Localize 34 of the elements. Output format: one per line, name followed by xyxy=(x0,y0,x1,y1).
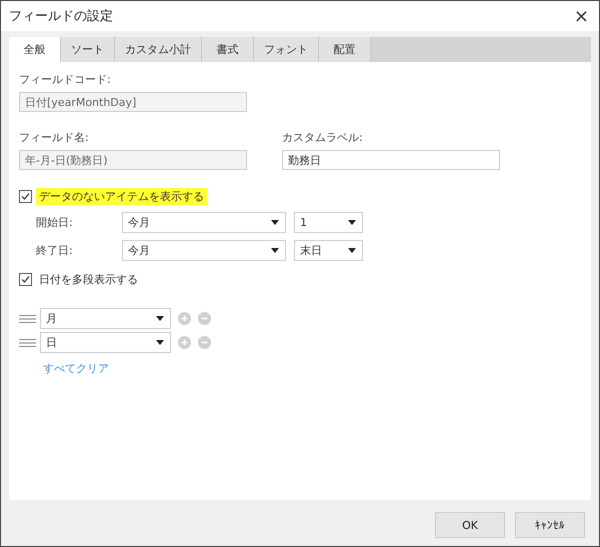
field-label: 開始日: xyxy=(36,215,74,230)
field-label: 終了日: xyxy=(36,243,74,258)
tab[interactable]: カスタム小計 xyxy=(115,37,202,62)
caret-icon xyxy=(348,220,356,225)
tab[interactable]: 配置 xyxy=(319,37,371,62)
tab[interactable]: フォント xyxy=(254,37,319,62)
checkbox[interactable] xyxy=(19,273,32,286)
tab[interactable]: 書式 xyxy=(202,37,254,62)
field-label: フィールド名: xyxy=(19,130,90,145)
close-button[interactable]: × xyxy=(572,6,591,26)
tab[interactable]: ソート xyxy=(61,37,115,62)
caret-icon xyxy=(271,220,279,225)
dropdown[interactable]: 1 xyxy=(294,212,363,233)
dialog-button[interactable]: ｷｬﾝｾﾙ xyxy=(515,512,585,538)
input-field[interactable]: 勤務日 xyxy=(282,150,500,170)
dropdown[interactable]: 今月 xyxy=(122,212,286,233)
checkbox-label: 日付を多段表示する xyxy=(38,272,139,288)
tab[interactable]: 全般 xyxy=(9,37,61,62)
field-label: フィールドコード: xyxy=(19,72,112,87)
checkbox[interactable] xyxy=(19,190,32,203)
drag-handle-icon[interactable] xyxy=(19,338,36,346)
dropdown[interactable]: 今月 xyxy=(122,240,286,261)
caret-icon xyxy=(156,340,164,345)
dropdown[interactable]: 日 xyxy=(40,332,171,353)
checkbox-label: データのないアイテムを表示する xyxy=(36,188,207,205)
dropdown[interactable]: 末日 xyxy=(294,240,363,261)
drag-handle-icon[interactable] xyxy=(19,314,36,322)
dropdown[interactable]: 月 xyxy=(40,308,171,329)
field-label: カスタムラベル: xyxy=(282,130,364,145)
dialog-button[interactable]: OK xyxy=(435,512,505,538)
caret-icon xyxy=(348,248,356,253)
window-title: フィールドの設定 xyxy=(9,8,113,25)
caret-icon xyxy=(271,248,279,253)
caret-icon xyxy=(156,316,164,321)
